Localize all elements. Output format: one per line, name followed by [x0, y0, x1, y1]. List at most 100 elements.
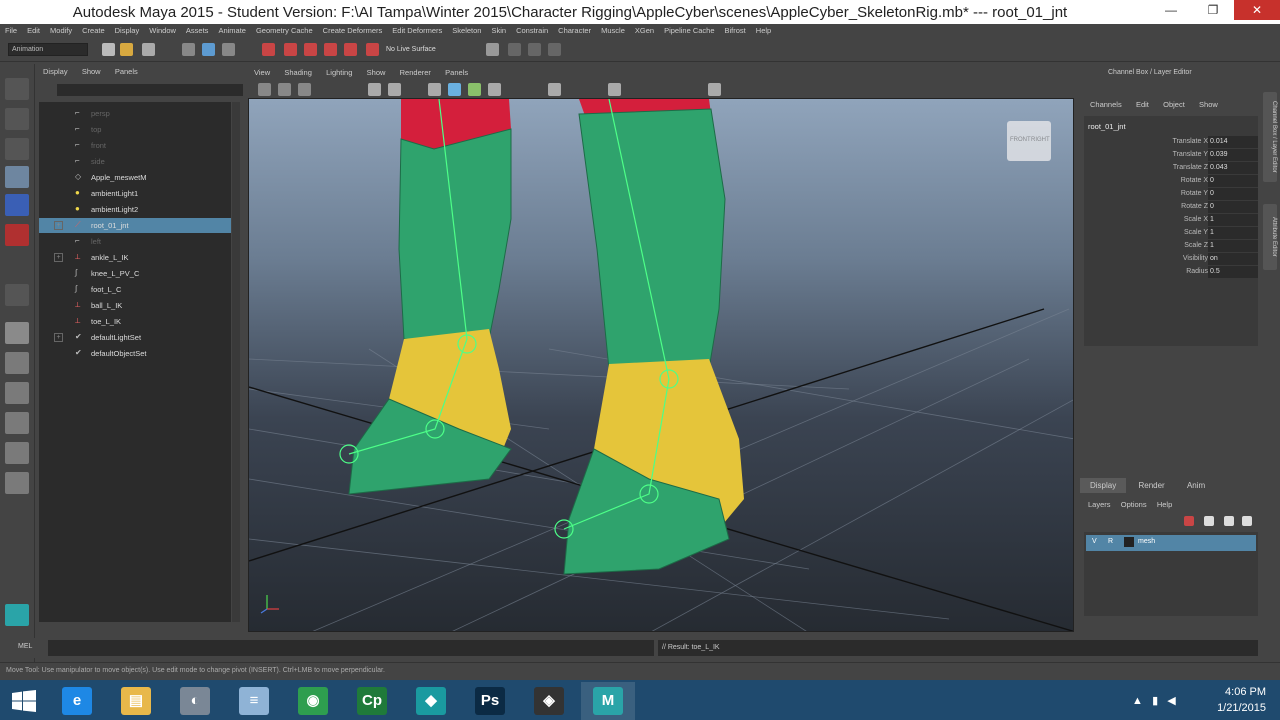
outliner-item[interactable]: ⌐ side [39, 154, 231, 169]
ipr-icon[interactable] [528, 43, 541, 56]
layer-color-swatch[interactable] [1124, 537, 1134, 547]
render-settings-icon[interactable] [548, 43, 561, 56]
le-menu-help[interactable]: Help [1153, 500, 1176, 509]
cb-menu-edit[interactable]: Edit [1130, 100, 1155, 109]
menu-xgen[interactable]: XGen [630, 24, 659, 38]
persp-graph-icon[interactable] [5, 412, 29, 434]
scale-tool-icon[interactable] [5, 224, 29, 246]
le-menu-layers[interactable]: Layers [1084, 500, 1115, 509]
move-tool-icon[interactable] [5, 166, 29, 188]
attribute-name[interactable]: Radius [1186, 268, 1208, 275]
attribute-value[interactable]: 0.014 [1208, 136, 1258, 148]
layer-move-down-icon[interactable] [1242, 516, 1252, 526]
snap-surface-icon[interactable] [344, 43, 357, 56]
attribute-name[interactable]: Rotate Y [1181, 190, 1208, 197]
tab-display[interactable]: Display [1080, 478, 1127, 493]
tab-anim[interactable]: Anim [1177, 478, 1215, 493]
attribute-value[interactable]: 0 [1208, 175, 1258, 187]
lasso-tool-icon[interactable] [5, 108, 29, 130]
cb-menu-show[interactable]: Show [1193, 100, 1224, 109]
menu-constrain[interactable]: Constrain [511, 24, 553, 38]
vp-menu-renderer[interactable]: Renderer [394, 66, 437, 80]
menu-edit[interactable]: Edit [22, 24, 45, 38]
tray-arrow-icon[interactable]: ▲ [1132, 695, 1143, 707]
outliner-item[interactable]: + ⟋ root_01_jnt [39, 218, 231, 233]
outliner-menu-display[interactable]: Display [37, 64, 74, 80]
persp-uv-icon[interactable] [5, 472, 29, 494]
attribute-name[interactable]: Scale Z [1184, 242, 1208, 249]
outliner-item[interactable]: + ⟂ ankle_L_IK [39, 250, 231, 265]
menu-skin[interactable]: Skin [486, 24, 511, 38]
vp-menu-lighting[interactable]: Lighting [320, 66, 358, 80]
menu-create[interactable]: Create [77, 24, 110, 38]
menu-set-select[interactable]: Animation [8, 43, 88, 56]
outliner-item[interactable]: ⌐ left [39, 234, 231, 249]
menu-edit-deformers[interactable]: Edit Deformers [387, 24, 447, 38]
attribute-name[interactable]: Scale X [1184, 216, 1208, 223]
attribute-name[interactable]: Visibility [1183, 255, 1208, 262]
history-icon[interactable] [486, 43, 499, 56]
open-scene-icon[interactable] [120, 43, 133, 56]
vp-menu-shading[interactable]: Shading [278, 66, 318, 80]
command-language-label[interactable]: MEL [18, 643, 32, 650]
menu-skeleton[interactable]: Skeleton [447, 24, 486, 38]
menu-modify[interactable]: Modify [45, 24, 77, 38]
make-live-icon[interactable] [366, 43, 379, 56]
taskbar-app-paint[interactable]: ◐ [168, 682, 222, 720]
select-object-icon[interactable] [202, 43, 215, 56]
outliner-menu-panels[interactable]: Panels [109, 64, 144, 80]
le-menu-options[interactable]: Options [1117, 500, 1151, 509]
isolate-select-icon[interactable] [608, 83, 621, 96]
menu-bifrost[interactable]: Bifrost [720, 24, 751, 38]
camera-attr-icon[interactable] [278, 83, 291, 96]
taskbar-app-captivate[interactable]: Cp [345, 682, 399, 720]
snap-point-icon[interactable] [304, 43, 317, 56]
view-cube[interactable]: FRONT RIGHT [1007, 121, 1051, 161]
network-icon[interactable]: ▮ [1152, 695, 1158, 707]
select-hierarchy-icon[interactable] [182, 43, 195, 56]
outliner-item[interactable]: ⟂ ball_L_IK [39, 298, 231, 313]
menu-create-deformers[interactable]: Create Deformers [318, 24, 388, 38]
textured-icon[interactable] [488, 83, 501, 96]
outliner-item[interactable]: ⟂ toe_L_IK [39, 314, 231, 329]
attribute-value[interactable]: 0.039 [1208, 149, 1258, 161]
vp-menu-view[interactable]: View [248, 66, 276, 80]
cb-menu-channels[interactable]: Channels [1084, 100, 1128, 109]
snap-view-icon[interactable] [324, 43, 337, 56]
snap-grid-icon[interactable] [262, 43, 275, 56]
attribute-value[interactable]: 1 [1208, 214, 1258, 226]
attribute-value[interactable]: on [1208, 253, 1258, 265]
expand-icon[interactable]: + [54, 221, 63, 230]
outliner-scrollbar[interactable] [232, 102, 240, 622]
outliner-item[interactable]: ● ambientLight2 [39, 202, 231, 217]
layer-move-up-icon[interactable] [1224, 516, 1234, 526]
outliner-item[interactable]: ∫ knee_L_PV_C [39, 266, 231, 281]
wireframe-on-shaded-icon[interactable] [468, 83, 481, 96]
camera-select-icon[interactable] [258, 83, 271, 96]
menu-file[interactable]: File [0, 24, 22, 38]
taskbar-app-chrome[interactable]: ◉ [286, 682, 340, 720]
menu-pipeline-cache[interactable]: Pipeline Cache [659, 24, 719, 38]
attribute-value[interactable]: 0.5 [1208, 266, 1258, 278]
command-input[interactable] [48, 640, 654, 656]
layer-row[interactable]: V R mesh [1086, 535, 1256, 551]
volume-icon[interactable]: ◀ [1167, 695, 1175, 707]
taskbar-app-3dsmax[interactable]: ◆ [404, 682, 458, 720]
taskbar-app-photoshop[interactable]: Ps [463, 682, 517, 720]
attribute-value[interactable]: 0 [1208, 188, 1258, 200]
persp-outliner-icon[interactable] [5, 382, 29, 404]
new-layer-selected-icon[interactable] [1204, 516, 1214, 526]
four-view-icon[interactable] [5, 352, 29, 374]
cb-menu-object[interactable]: Object [1157, 100, 1191, 109]
layer-visibility-toggle[interactable]: V [1092, 538, 1097, 545]
windows-start-button[interactable] [12, 690, 36, 712]
outliner-item[interactable]: ⌐ front [39, 138, 231, 153]
attribute-name[interactable]: Rotate Z [1181, 203, 1208, 210]
attribute-name[interactable]: Translate Z [1173, 164, 1208, 171]
save-scene-icon[interactable] [142, 43, 155, 56]
attribute-name[interactable]: Translate X [1172, 138, 1208, 145]
close-button[interactable]: ✕ [1234, 0, 1280, 20]
outliner-item[interactable]: + ✔ defaultLightSet [39, 330, 231, 345]
attribute-value[interactable]: 1 [1208, 240, 1258, 252]
taskbar-app-explorer[interactable]: ▤ [109, 682, 163, 720]
